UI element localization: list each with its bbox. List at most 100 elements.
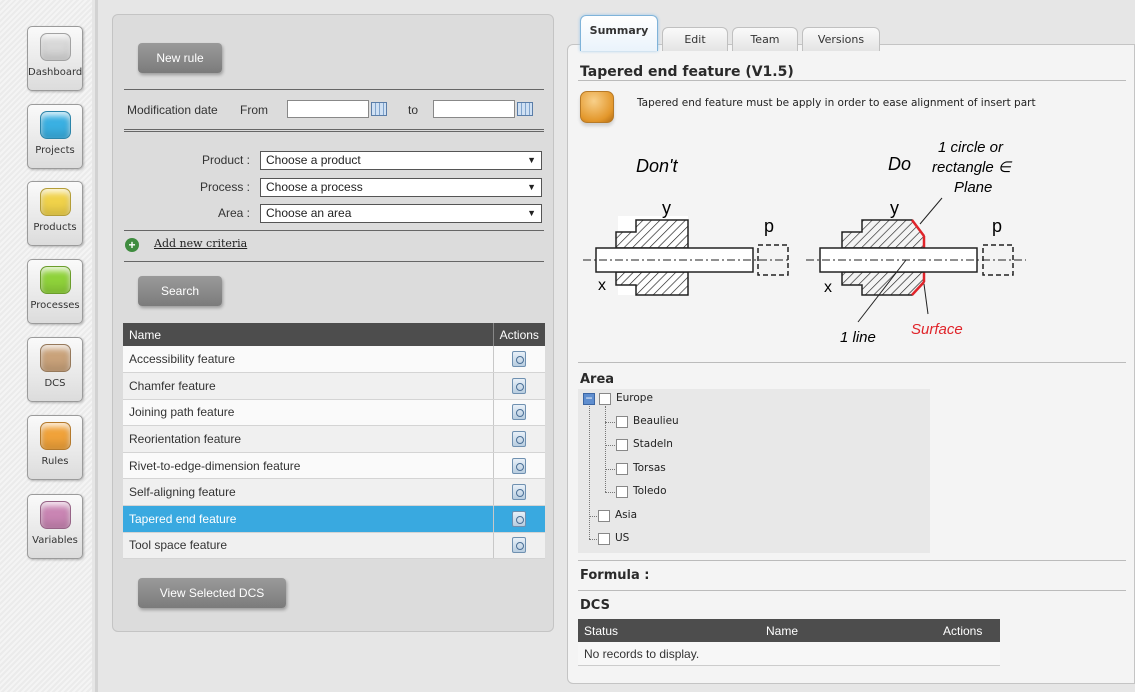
nav-label: Projects xyxy=(35,145,75,156)
rule-name-cell[interactable]: Tapered end feature xyxy=(123,505,493,533)
divider xyxy=(124,89,544,90)
divider xyxy=(578,590,1126,591)
tree-node-us[interactable]: US xyxy=(615,532,629,544)
rule-name-cell[interactable]: Reorientation feature xyxy=(123,425,493,453)
dcs-section-label: DCS xyxy=(580,598,610,613)
tab-team[interactable]: Team xyxy=(732,27,798,51)
divider xyxy=(578,80,1126,81)
table-row[interactable]: Accessibility feature xyxy=(123,346,545,374)
variables-icon xyxy=(40,501,71,529)
dashboard-icon xyxy=(40,33,71,61)
nav-variables-button[interactable]: Variables xyxy=(27,494,83,559)
do-x-label: x xyxy=(824,279,832,296)
toledo-checkbox[interactable] xyxy=(616,486,628,498)
projects-icon xyxy=(40,111,71,139)
from-date-input[interactable] xyxy=(287,100,369,118)
processes-icon xyxy=(40,266,71,294)
search-button[interactable]: Search xyxy=(138,276,222,306)
recycle-icon[interactable] xyxy=(512,457,527,474)
table-row[interactable]: Reorientation feature xyxy=(123,425,545,453)
rule-name-cell[interactable]: Accessibility feature xyxy=(123,346,493,374)
beaulieu-checkbox[interactable] xyxy=(616,416,628,428)
collapse-icon[interactable]: − xyxy=(583,392,595,405)
asia-checkbox[interactable] xyxy=(598,510,610,522)
nav-label: Dashboard xyxy=(28,67,83,78)
to-label: to xyxy=(408,103,419,117)
nav-label: Products xyxy=(33,222,77,233)
surface-leader xyxy=(923,283,929,315)
chevron-down-icon: ▼ xyxy=(527,155,536,165)
modification-date-label: Modification date xyxy=(127,103,218,117)
tree-node-toledo[interactable]: Toledo xyxy=(633,485,667,497)
name-column-header[interactable]: Name xyxy=(766,624,798,638)
surface-label: Surface xyxy=(911,321,963,338)
nav-products-button[interactable]: Products xyxy=(27,181,83,246)
do-lower-body xyxy=(841,271,925,296)
tree-node-beaulieu[interactable]: Beaulieu xyxy=(633,415,679,427)
calendar-icon[interactable] xyxy=(371,102,387,116)
tree-node-torsas[interactable]: Torsas xyxy=(633,462,666,474)
dont-x-label: x xyxy=(598,277,606,294)
nav-dashboard-button[interactable]: Dashboard xyxy=(27,26,83,91)
recycle-icon[interactable] xyxy=(512,537,527,554)
calendar-icon[interactable] xyxy=(517,102,533,116)
recycle-icon[interactable] xyxy=(512,431,527,448)
area-select[interactable]: Choose an area ▼ xyxy=(260,204,542,223)
add-icon[interactable]: + xyxy=(125,238,139,252)
nav-processes-button[interactable]: Processes xyxy=(27,259,83,324)
view-selected-dcs-button[interactable]: View Selected DCS xyxy=(138,578,286,608)
nav-label: Variables xyxy=(32,535,78,546)
nav-dcs-button[interactable]: DCS xyxy=(27,337,83,402)
area-select-value: Choose an area xyxy=(266,206,352,220)
product-filter-label: Product : xyxy=(201,153,250,167)
chevron-down-icon: ▼ xyxy=(527,208,536,218)
nav-projects-button[interactable]: Projects xyxy=(27,104,83,169)
annotation-line-3: Plane xyxy=(954,179,992,196)
tree-connector xyxy=(605,406,606,492)
do-p-label: p xyxy=(992,216,1002,236)
torsas-checkbox[interactable] xyxy=(616,463,628,475)
table-row[interactable]: Rivet-to-edge-dimension feature xyxy=(123,452,545,480)
product-select[interactable]: Choose a product ▼ xyxy=(260,151,542,170)
us-checkbox[interactable] xyxy=(598,533,610,545)
europe-checkbox[interactable] xyxy=(599,393,611,405)
tab-edit[interactable]: Edit xyxy=(662,27,728,51)
tree-node-stadeln[interactable]: Stadeln xyxy=(633,438,673,450)
rule-name-cell[interactable]: Chamfer feature xyxy=(123,372,493,400)
table-row[interactable]: Self-aligning feature xyxy=(123,478,545,507)
new-rule-button[interactable]: New rule xyxy=(138,43,222,73)
add-new-criteria-link[interactable]: Add new criteria xyxy=(154,237,247,250)
actions-column-header: Actions xyxy=(492,323,545,346)
divider xyxy=(578,362,1126,363)
tree-node-asia[interactable]: Asia xyxy=(615,509,637,521)
rule-name-cell[interactable]: Joining path feature xyxy=(123,399,493,427)
table-row-selected[interactable]: Tapered end feature xyxy=(123,505,545,533)
tab-versions[interactable]: Versions xyxy=(802,27,880,51)
status-column-header[interactable]: Status xyxy=(584,624,618,638)
area-tree: − Europe Beaulieu Stadeln Torsas Toledo … xyxy=(578,389,930,553)
recycle-icon[interactable] xyxy=(512,510,527,527)
nav-divider xyxy=(95,0,98,692)
nav-rules-button[interactable]: Rules xyxy=(27,415,83,480)
recycle-icon[interactable] xyxy=(512,351,527,368)
tab-summary[interactable]: Summary xyxy=(580,15,658,51)
recycle-icon[interactable] xyxy=(512,377,527,394)
sidebar-nav: Dashboard Projects Products Processes DC… xyxy=(0,0,92,692)
rule-name-cell[interactable]: Self-aligning feature xyxy=(123,478,493,507)
recycle-icon[interactable] xyxy=(512,404,527,421)
do-label: Do xyxy=(888,154,911,174)
rule-icon xyxy=(580,91,614,123)
nav-label: DCS xyxy=(44,378,66,389)
to-date-input[interactable] xyxy=(433,100,515,118)
name-column-header[interactable]: Name xyxy=(123,323,493,346)
process-select[interactable]: Choose a process ▼ xyxy=(260,178,542,197)
rule-name-cell[interactable]: Rivet-to-edge-dimension feature xyxy=(123,452,493,480)
table-row[interactable]: Tool space feature xyxy=(123,532,545,560)
recycle-icon[interactable] xyxy=(512,484,527,501)
rule-name-cell[interactable]: Tool space feature xyxy=(123,532,493,560)
table-row[interactable]: Chamfer feature xyxy=(123,372,545,400)
tree-node-europe[interactable]: Europe xyxy=(616,392,653,404)
table-row[interactable]: Joining path feature xyxy=(123,399,545,427)
dcs-icon xyxy=(40,344,71,372)
stadeln-checkbox[interactable] xyxy=(616,439,628,451)
